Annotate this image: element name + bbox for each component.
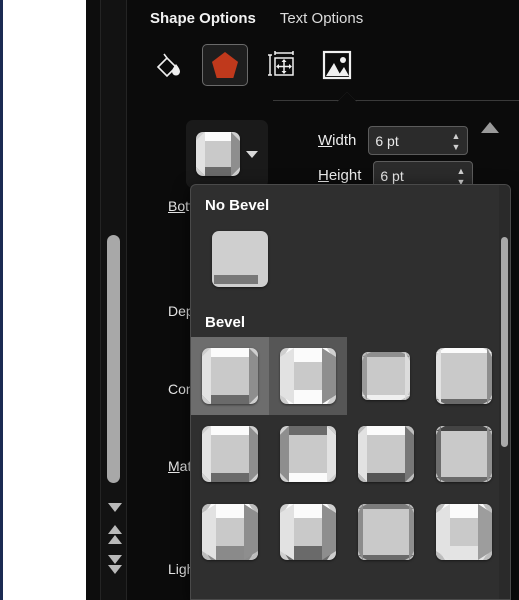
spinner-down-icon[interactable]: ▼ bbox=[451, 143, 460, 152]
bevel-thumb-convex bbox=[280, 426, 336, 482]
chevron-down-icon bbox=[246, 150, 258, 158]
tab-shape-options[interactable]: Shape Options bbox=[150, 10, 256, 27]
double-chevron-up-icon-2 bbox=[107, 534, 122, 544]
previous-page-button[interactable] bbox=[101, 522, 128, 546]
bevel-row-1 bbox=[191, 337, 510, 415]
gallery-scrollbar[interactable] bbox=[499, 185, 510, 599]
bevel-width-spinner[interactable]: 6 pt ▲ ▼ bbox=[368, 126, 469, 155]
spinner-arrows[interactable]: ▲ ▼ bbox=[451, 129, 460, 154]
pane-tab-bar: Shape Options Text Options bbox=[150, 10, 363, 27]
bevel-row-3 bbox=[191, 493, 510, 571]
next-page-button[interactable] bbox=[101, 552, 128, 576]
fill-line-icon-button[interactable] bbox=[146, 44, 192, 86]
effects-icon-button[interactable] bbox=[202, 44, 248, 86]
spinner-up-icon-2[interactable]: ▲ bbox=[456, 167, 465, 176]
chevron-down-icon bbox=[107, 502, 122, 512]
spinner-up-icon[interactable]: ▲ bbox=[451, 132, 460, 141]
picture-icon bbox=[322, 50, 352, 80]
double-chevron-down-icon bbox=[107, 554, 122, 564]
gallery-item-riblet[interactable] bbox=[191, 493, 269, 571]
double-chevron-down-icon-2 bbox=[107, 564, 122, 574]
no-bevel-heading: No Bevel bbox=[205, 197, 270, 214]
gallery-item-cross[interactable] bbox=[269, 337, 347, 415]
bevel-width-label: Width bbox=[318, 132, 357, 149]
bevel-thumb-relaxed-inset bbox=[362, 352, 410, 400]
active-icon-caret bbox=[337, 92, 357, 102]
gallery-item-slope[interactable] bbox=[347, 415, 425, 493]
bevel-height-value: 6 pt bbox=[380, 167, 404, 184]
gallery-item-relaxed-inset[interactable] bbox=[347, 337, 425, 415]
document-vertical-scrollbar[interactable] bbox=[100, 0, 127, 600]
document-page bbox=[0, 0, 86, 600]
bevel-thumb-divot bbox=[436, 426, 492, 482]
gallery-item-hard-edge[interactable] bbox=[269, 493, 347, 571]
bevel-row-2 bbox=[191, 415, 510, 493]
gallery-item-circle[interactable] bbox=[191, 337, 269, 415]
pane-icon-toolbar bbox=[146, 44, 360, 86]
no-bevel-thumbnail bbox=[212, 231, 268, 287]
scroll-down-button[interactable] bbox=[101, 495, 128, 519]
bevel-style-dropdown-button[interactable] bbox=[186, 120, 268, 188]
bevel-thumb-hard-edge bbox=[280, 504, 336, 560]
bevel-thumb-cool-slant bbox=[436, 504, 492, 560]
bevel-thumb-art-deco bbox=[358, 504, 414, 560]
tab-text-options[interactable]: Text Options bbox=[280, 10, 363, 27]
gallery-item-angle[interactable] bbox=[425, 337, 503, 415]
bevel-thumb-slope bbox=[358, 426, 414, 482]
picture-icon-button[interactable] bbox=[314, 44, 360, 86]
bevel-gallery-dropdown[interactable]: No Bevel Bevel bbox=[190, 184, 511, 600]
scrollbar-thumb[interactable] bbox=[107, 235, 120, 483]
bevel-thumb-circle bbox=[202, 348, 258, 404]
pane-section-divider bbox=[273, 100, 519, 101]
bevel-width-value: 6 pt bbox=[375, 132, 399, 149]
bevel-preview-thumbnail bbox=[196, 132, 240, 176]
gallery-item-no-bevel[interactable] bbox=[201, 220, 279, 298]
bevel-heading: Bevel bbox=[205, 314, 246, 331]
pane-scroll-up-button[interactable] bbox=[481, 122, 499, 133]
bevel-width-row: Width 6 pt ▲ ▼ bbox=[318, 126, 469, 155]
bevel-thumb-soft-round bbox=[202, 426, 258, 482]
document-left-border bbox=[0, 0, 3, 600]
gallery-item-convex[interactable] bbox=[269, 415, 347, 493]
size-properties-icon bbox=[268, 51, 294, 76]
bevel-thumb-angle bbox=[436, 348, 492, 404]
gallery-scrollbar-thumb[interactable] bbox=[501, 237, 508, 447]
fill-line-icon bbox=[156, 53, 180, 78]
gallery-item-soft-round[interactable] bbox=[191, 415, 269, 493]
bevel-thumb-cross bbox=[280, 348, 336, 404]
gallery-item-art-deco[interactable] bbox=[347, 493, 425, 571]
gallery-item-cool-slant[interactable] bbox=[425, 493, 503, 571]
format-shape-task-pane: Shape Options Text Options Width 6 pt ▲ … bbox=[128, 0, 519, 600]
bevel-thumb-riblet bbox=[202, 504, 258, 560]
gallery-item-divot[interactable] bbox=[425, 415, 503, 493]
no-bevel-row bbox=[191, 220, 510, 298]
double-chevron-up-icon bbox=[107, 524, 122, 534]
size-properties-icon-button[interactable] bbox=[258, 44, 304, 86]
bevel-height-label: Height bbox=[318, 167, 362, 184]
document-gutter bbox=[86, 0, 100, 600]
effects-pentagon-icon bbox=[212, 52, 238, 78]
